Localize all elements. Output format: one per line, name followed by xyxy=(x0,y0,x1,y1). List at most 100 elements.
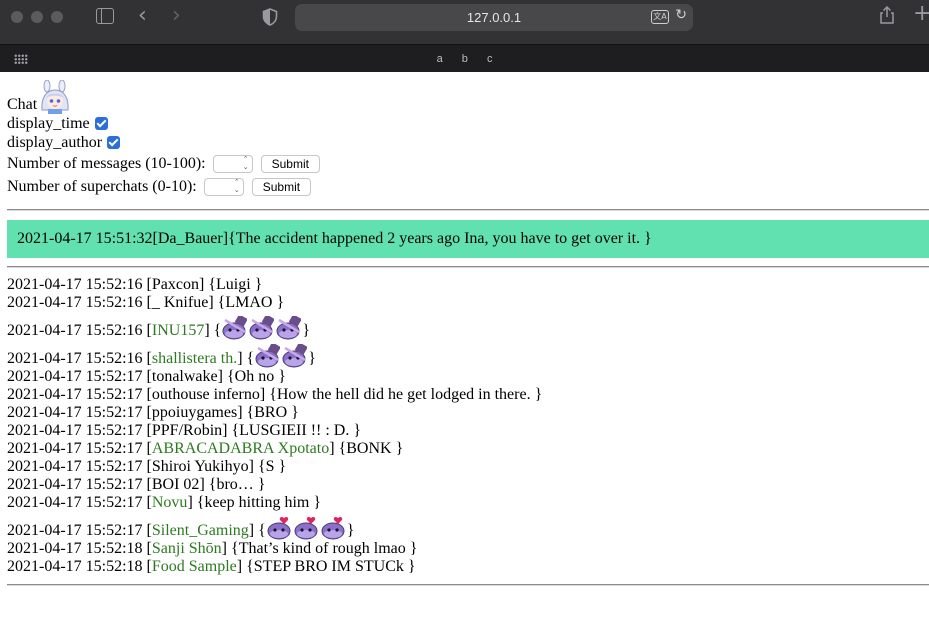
back-arrow-icon[interactable]: ‹ xyxy=(138,4,147,28)
message-author: PPF/Robin xyxy=(151,422,223,439)
message-text: How the hell did he get lodged in there. xyxy=(276,386,535,403)
message-author: shallistera th. xyxy=(151,350,238,367)
bookmarks-bar: a b c xyxy=(0,44,929,72)
chat-message: 2021-04-17 15:52:18 [Food Sample] {STEP … xyxy=(7,558,416,575)
share-icon[interactable] xyxy=(879,6,895,24)
message-text: That’s kind of rough lmao xyxy=(238,540,410,557)
display-author-label: display_author xyxy=(7,133,103,151)
window-controls xyxy=(11,11,63,23)
chat-message: 2021-04-17 15:52:17 [Shiroi Yukihyo] {S … xyxy=(7,458,287,475)
chat-message: 2021-04-17 15:52:17 [BOI 02] {bro… } xyxy=(7,476,266,493)
message-author: Shiroi Yukihyo xyxy=(151,458,249,475)
browser-chrome: ‹ › 127.0.0.1 文A ↻ + a b c xyxy=(0,0,929,72)
message-time: 2021-04-17 15:52:17 xyxy=(7,440,143,457)
superchats-count-row: Number of superchats (0-10): Submit xyxy=(7,175,929,198)
message-time: 2021-04-17 15:52:16 xyxy=(7,322,143,339)
message-time: 2021-04-17 15:52:16 xyxy=(7,350,143,367)
page-header: Chat xyxy=(7,78,929,114)
option-display-author: display_author xyxy=(7,133,929,152)
message-text: Luigi xyxy=(216,276,255,293)
message-author: Silent_Gaming xyxy=(151,522,249,539)
chat-message: 2021-04-17 15:52:16 [INU157] {} xyxy=(7,312,929,340)
message-time: 2021-04-17 15:52:18 xyxy=(7,558,143,575)
superchats-submit-button[interactable]: Submit xyxy=(251,177,312,196)
tako-heart-icon xyxy=(294,516,319,540)
divider xyxy=(7,584,929,586)
chat-message: 2021-04-17 15:52:16 [_ Knifue] {LMAO } xyxy=(7,294,285,311)
message-text: LMAO xyxy=(225,294,277,311)
tako-bonk-icon xyxy=(249,314,275,340)
chat-message: 2021-04-17 15:52:16 [shallistera th.] {} xyxy=(7,340,929,368)
chat-message: 2021-04-17 15:52:17 [PPF/Robin] {LUSGIEI… xyxy=(7,422,362,439)
superchats-count-input[interactable] xyxy=(203,177,244,196)
address-bar[interactable]: 127.0.0.1 文A ↻ xyxy=(295,4,693,31)
avatar-icon xyxy=(41,80,69,114)
page-content: Chat display_time display_author Number … xyxy=(0,72,929,586)
tako-heart-icon xyxy=(321,516,346,540)
message-list: 2021-04-17 15:52:16 [Paxcon] {Luigi } 202… xyxy=(7,276,929,576)
messages-count-row: Number of messages (10-100): Submit xyxy=(7,152,929,175)
messages-submit-button[interactable]: Submit xyxy=(260,154,320,173)
new-tab-icon[interactable]: + xyxy=(913,2,929,26)
chat-message: 2021-04-17 15:52:17 [ppoiuygames] {BRO } xyxy=(7,404,299,421)
message-author: Paxcon xyxy=(151,276,199,293)
display-author-checkbox[interactable] xyxy=(107,136,121,149)
message-time: 2021-04-17 15:52:17 xyxy=(7,494,143,511)
tako-bonk-icon xyxy=(282,342,308,368)
message-time: 2021-04-17 15:52:17 xyxy=(7,386,143,403)
chat-message: 2021-04-17 15:52:17 [Novu] {keep hitting… xyxy=(7,494,322,511)
option-display-time: display_time xyxy=(7,114,929,133)
message-author: tonalwake xyxy=(151,368,218,385)
message-text: BONK xyxy=(346,440,396,457)
display-time-label: display_time xyxy=(7,114,90,132)
message-text: BRO xyxy=(254,404,292,421)
chat-message: 2021-04-17 15:52:17 [ABRACADABRA Xpotato… xyxy=(7,440,404,457)
superchats-count-label: Number of superchats (0-10): xyxy=(7,177,197,195)
message-time: 2021-04-17 15:52:18 xyxy=(7,540,143,557)
close-window-button[interactable] xyxy=(11,11,23,23)
forward-arrow-icon[interactable]: › xyxy=(172,4,181,28)
message-time: 2021-04-17 15:52:17 xyxy=(7,522,143,539)
superchat-message: 2021-04-17 15:51:32[Da_Bauer]{The accide… xyxy=(7,220,929,258)
minimize-window-button[interactable] xyxy=(31,11,43,23)
message-text: STEP BRO IM STUCk xyxy=(253,558,408,575)
page-title: Chat xyxy=(7,96,38,113)
message-author: ABRACADABRA Xpotato xyxy=(151,440,330,457)
message-time: 2021-04-17 15:52:17 xyxy=(7,422,143,439)
messages-count-label: Number of messages (10-100): xyxy=(7,154,206,172)
shield-icon[interactable] xyxy=(262,8,278,26)
message-author: INU157 xyxy=(151,322,205,339)
bookmark-item[interactable]: a xyxy=(437,53,443,65)
messages-count-input[interactable] xyxy=(212,154,253,173)
tako-bonk-icon xyxy=(276,314,302,340)
url-text: 127.0.0.1 xyxy=(466,10,522,25)
message-time: 2021-04-17 15:52:17 xyxy=(7,368,143,385)
message-text: LUSGIEII !! : D. xyxy=(239,422,354,439)
chat-message: 2021-04-17 15:52:16 [Paxcon] {Luigi } xyxy=(7,276,263,293)
bookmark-list: a b c xyxy=(0,45,929,73)
message-author: _ Knifue xyxy=(151,294,209,311)
chat-message: 2021-04-17 15:52:17 [tonalwake] {Oh no } xyxy=(7,368,286,385)
message-text: Oh no xyxy=(234,368,279,385)
zoom-window-button[interactable] xyxy=(51,11,63,23)
bookmark-item[interactable]: c xyxy=(487,53,493,65)
bookmark-item[interactable]: b xyxy=(462,53,468,65)
message-time: 2021-04-17 15:52:16 xyxy=(7,294,143,311)
translate-icon[interactable]: 文A xyxy=(651,10,669,24)
reload-icon[interactable]: ↻ xyxy=(675,7,687,23)
chat-message: 2021-04-17 15:52:17 [Silent_Gaming] {} xyxy=(7,512,929,540)
divider xyxy=(7,209,929,211)
message-author: Novu xyxy=(151,494,188,511)
tako-bonk-icon xyxy=(255,342,281,368)
browser-toolbar: ‹ › 127.0.0.1 文A ↻ + xyxy=(0,0,929,44)
message-author: Sanji Shōn xyxy=(151,540,222,557)
chat-message: 2021-04-17 15:52:18 [Sanji Shōn] {That’s… xyxy=(7,540,418,557)
sidebar-toggle-icon[interactable] xyxy=(96,8,114,24)
message-time: 2021-04-17 15:52:17 xyxy=(7,458,143,475)
message-time: 2021-04-17 15:52:17 xyxy=(7,404,143,421)
display-time-checkbox[interactable] xyxy=(94,117,108,130)
message-time: 2021-04-17 15:52:16 xyxy=(7,276,143,293)
tako-bonk-icon xyxy=(222,314,248,340)
message-author: ppoiuygames xyxy=(151,404,238,421)
tako-heart-icon xyxy=(267,516,292,540)
